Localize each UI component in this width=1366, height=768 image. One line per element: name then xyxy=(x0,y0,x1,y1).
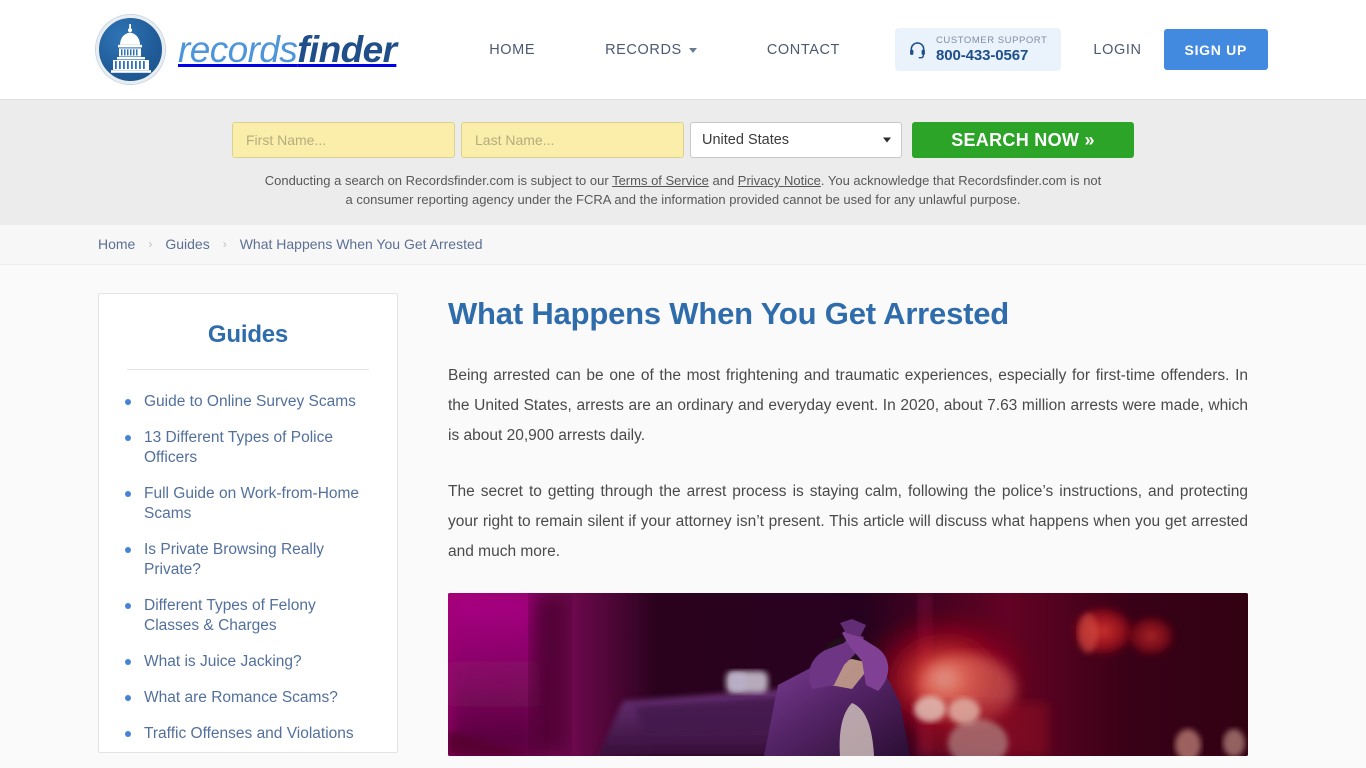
last-name-input[interactable] xyxy=(461,122,684,158)
sidebar-item-label[interactable]: Is Private Browsing Really Private? xyxy=(144,541,324,578)
sidebar-item-juice-jacking[interactable]: What is Juice Jacking? xyxy=(123,652,373,672)
sidebar-item-label[interactable]: Full Guide on Work-from-Home Scams xyxy=(144,485,359,522)
bullet-icon xyxy=(125,659,131,665)
guides-sidebar: Guides Guide to Online Survey Scams 13 D… xyxy=(98,293,398,753)
logo-text-light: records xyxy=(178,28,298,70)
page-title: What Happens When You Get Arrested xyxy=(448,296,1010,331)
sidebar-item-private-browsing[interactable]: Is Private Browsing Really Private? xyxy=(123,540,373,580)
privacy-notice-link[interactable]: Privacy Notice xyxy=(738,173,821,188)
nav-item-home-label: HOME xyxy=(489,41,536,58)
search-now-button[interactable]: SEARCH NOW » xyxy=(912,122,1134,158)
sidebar-item-romance-scams[interactable]: What are Romance Scams? xyxy=(123,688,373,708)
logo-wordmark: recordsfinder xyxy=(178,28,397,71)
article-paragraph-1: Being arrested can be one of the most fr… xyxy=(448,366,1248,444)
headset-icon xyxy=(910,41,925,58)
sidebar-item-label[interactable]: Guide to Online Survey Scams xyxy=(144,393,356,410)
logo-text-bold: finder xyxy=(297,28,397,70)
country-select-wrap: United States xyxy=(690,122,902,158)
bullet-icon xyxy=(125,695,131,701)
article-main: What Happens When You Get Arrested Being… xyxy=(448,293,1248,756)
sidebar-divider xyxy=(127,369,369,370)
search-band: United States SEARCH NOW » Conducting a … xyxy=(0,99,1366,225)
bullet-icon xyxy=(125,435,131,441)
first-name-input[interactable] xyxy=(232,122,455,158)
sidebar-item-types-of-police-officers[interactable]: 13 Different Types of Police Officers xyxy=(123,428,373,468)
bullet-icon xyxy=(125,547,131,553)
sidebar-item-work-from-home-scams[interactable]: Full Guide on Work-from-Home Scams xyxy=(123,484,373,524)
support-phone: 800-433-0567 xyxy=(936,47,1029,65)
nav-item-records-label: RECORDS xyxy=(605,41,682,58)
sign-up-button[interactable]: SIGN UP xyxy=(1163,29,1268,70)
main-nav: HOME RECORDS CONTACT CUSTOMER SUPPORT 80… xyxy=(454,28,1268,71)
chevron-down-icon xyxy=(688,48,697,53)
article-paragraph-2: The secret to getting through the arrest… xyxy=(448,482,1248,560)
sidebar-item-online-survey-scams[interactable]: Guide to Online Survey Scams xyxy=(123,392,373,412)
nav-item-contact[interactable]: CONTACT xyxy=(732,42,875,58)
disclaimer-text-2: and xyxy=(708,173,738,188)
bullet-icon xyxy=(125,731,131,737)
support-label: CUSTOMER SUPPORT xyxy=(936,35,1048,47)
login-link[interactable]: LOGIN xyxy=(1075,42,1163,58)
article-hero-image-graphic xyxy=(448,592,1248,756)
customer-support-box[interactable]: CUSTOMER SUPPORT 800-433-0567 xyxy=(895,28,1062,71)
bullet-icon xyxy=(125,399,131,405)
breadcrumb: Home › Guides › What Happens When You Ge… xyxy=(0,225,1366,265)
sidebar-item-felony-classes[interactable]: Different Types of Felony Classes & Char… xyxy=(123,596,373,636)
nav-item-contact-label: CONTACT xyxy=(766,41,841,58)
bullet-icon xyxy=(125,491,131,497)
support-text: CUSTOMER SUPPORT 800-433-0567 xyxy=(936,36,1047,64)
sidebar-item-label[interactable]: What are Romance Scams? xyxy=(144,689,338,706)
sidebar-title: Guides xyxy=(207,321,289,348)
breadcrumb-item-guides[interactable]: Guides xyxy=(165,236,209,252)
sidebar-guide-list: Guide to Online Survey Scams 13 Differen… xyxy=(123,392,373,744)
country-select[interactable]: United States xyxy=(690,122,902,158)
nav-item-home[interactable]: HOME xyxy=(454,42,570,58)
capitol-dome-icon xyxy=(96,15,165,84)
bullet-icon xyxy=(125,603,131,609)
sidebar-item-traffic-offenses[interactable]: Traffic Offenses and Violations xyxy=(123,724,373,744)
breadcrumb-separator-icon: › xyxy=(148,237,153,251)
breadcrumb-separator-icon: › xyxy=(222,237,227,251)
disclaimer-text-1: Conducting a search on Recordsfinder.com… xyxy=(264,173,613,188)
terms-of-service-link[interactable]: Terms of Service xyxy=(612,173,709,188)
sidebar-item-label[interactable]: 13 Different Types of Police Officers xyxy=(144,429,333,466)
page-body: Guides Guide to Online Survey Scams 13 D… xyxy=(0,265,1366,756)
site-header: recordsfinder HOME RECORDS CONTACT CUSTO… xyxy=(0,0,1366,99)
sidebar-item-label[interactable]: Traffic Offenses and Violations xyxy=(144,725,354,742)
article-hero-image xyxy=(448,592,1248,756)
nav-item-records[interactable]: RECORDS xyxy=(570,42,732,58)
breadcrumb-item-home[interactable]: Home xyxy=(98,236,135,252)
search-disclaimer: Conducting a search on Recordsfinder.com… xyxy=(263,172,1103,209)
sidebar-item-label[interactable]: What is Juice Jacking? xyxy=(144,653,302,670)
sidebar-item-label[interactable]: Different Types of Felony Classes & Char… xyxy=(144,597,316,634)
site-logo[interactable]: recordsfinder xyxy=(96,15,397,84)
breadcrumb-current: What Happens When You Get Arrested xyxy=(239,236,483,252)
search-form: United States SEARCH NOW » xyxy=(0,122,1366,158)
capitol-dome-svg xyxy=(110,24,151,73)
